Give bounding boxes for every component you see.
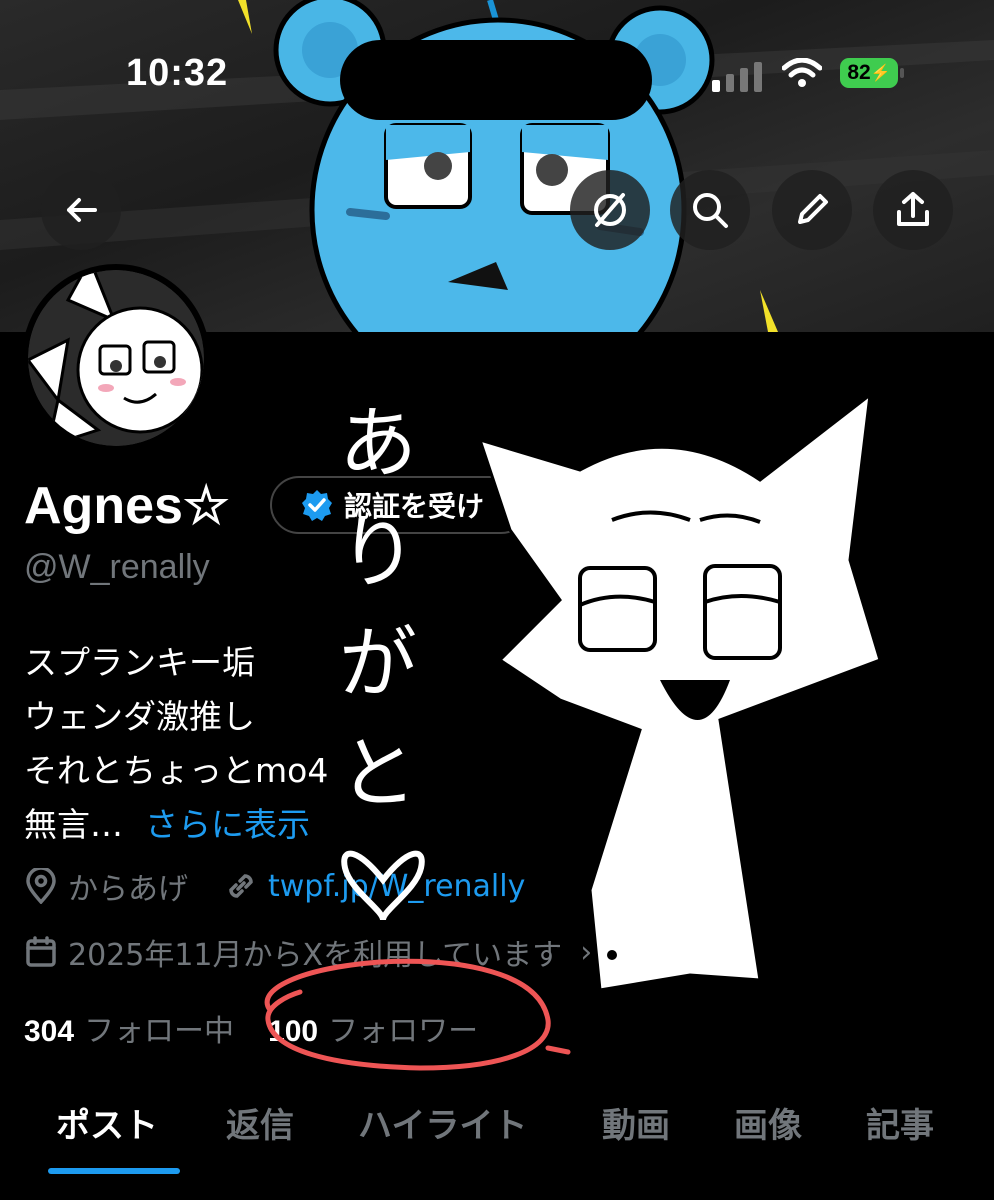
battery-tip: [900, 68, 904, 78]
profile-location: からあげ: [68, 872, 188, 907]
profile-tabs: ポスト 返信 ハイライト 動画 画像 記事: [0, 1088, 994, 1176]
tab-articles[interactable]: 記事: [866, 1098, 934, 1147]
followers-stat[interactable]: 100 フォロワー: [268, 1006, 478, 1050]
tab-posts[interactable]: ポスト: [56, 1098, 158, 1147]
following-stat[interactable]: 304 フォロー中: [24, 1006, 234, 1050]
battery-indicator: 82 ⚡: [840, 58, 898, 88]
profile-bio: スプランキー垢 ウェンダ激推し それとちょっとmo4 無言… さらに表示: [24, 636, 328, 852]
tab-images[interactable]: 画像: [734, 1098, 802, 1147]
get-verified-label: 認証を受け: [344, 490, 485, 523]
link-icon: [229, 874, 253, 898]
avatar[interactable]: [22, 264, 210, 452]
followers-count: 100: [268, 1015, 319, 1048]
tab-videos[interactable]: 動画: [602, 1098, 670, 1147]
edit-button[interactable]: [772, 170, 852, 250]
cat-character-drawing: [477, 391, 882, 992]
search-button[interactable]: [670, 170, 750, 250]
verified-badge-icon: [302, 490, 332, 521]
profile-name: Agnes☆: [24, 477, 230, 535]
show-more-link[interactable]: さらに表示: [145, 805, 310, 844]
bio-line: ウェンダ激推し: [24, 697, 255, 736]
following-count: 304: [24, 1015, 75, 1048]
status-bar: 10:32 82 ⚡: [0, 40, 994, 120]
tab-highlights[interactable]: ハイライト: [358, 1098, 527, 1147]
grok-button[interactable]: [570, 170, 650, 250]
charging-bolt-icon: ⚡: [870, 65, 891, 82]
profile-joined: 2025年11月からXを利用しています: [68, 938, 563, 973]
handwritten-char: と: [339, 729, 417, 819]
status-time: 10:32: [126, 52, 229, 94]
back-arrow-icon: [67, 198, 97, 222]
followers-label: フォロワー: [328, 1014, 479, 1049]
handwritten-char: が: [339, 619, 417, 709]
calendar-icon: [26, 936, 56, 967]
profile-handle: @W_renally: [24, 548, 210, 586]
active-tab-indicator: [48, 1168, 180, 1174]
bio-line: 無言…: [24, 805, 123, 844]
get-verified-button[interactable]: 認証を受け: [270, 476, 530, 534]
chevron-right-icon[interactable]: ›: [580, 935, 592, 970]
share-button[interactable]: [873, 170, 953, 250]
grok-icon: [594, 193, 626, 227]
profile-joined-row: 2025年11月からXを利用しています ›: [24, 930, 592, 974]
search-icon: [693, 193, 728, 228]
battery-level: 82: [847, 61, 871, 84]
wifi-icon: [782, 58, 822, 87]
follow-stats: 304 フォロー中 100 フォロワー: [24, 1006, 478, 1050]
tab-replies[interactable]: 返信: [226, 1098, 294, 1147]
edit-icon: [798, 194, 828, 224]
following-label: フォロー中: [84, 1014, 235, 1049]
bio-line: それとちょっとmo4: [24, 751, 329, 790]
share-icon: [897, 192, 929, 226]
profile-link[interactable]: twpf.jp/W_renally: [268, 869, 525, 904]
cellular-signal-icon: [712, 62, 762, 92]
back-button[interactable]: [41, 170, 121, 250]
bio-line-last: 無言… さらに表示: [24, 798, 328, 852]
profile-location-row: からあげ twpf.jp/W_renally: [24, 864, 525, 908]
location-pin-icon: [26, 868, 56, 904]
dynamic-island: [340, 40, 652, 120]
bio-line: スプランキー垢: [24, 643, 255, 682]
avatar-illustration: [28, 270, 204, 446]
